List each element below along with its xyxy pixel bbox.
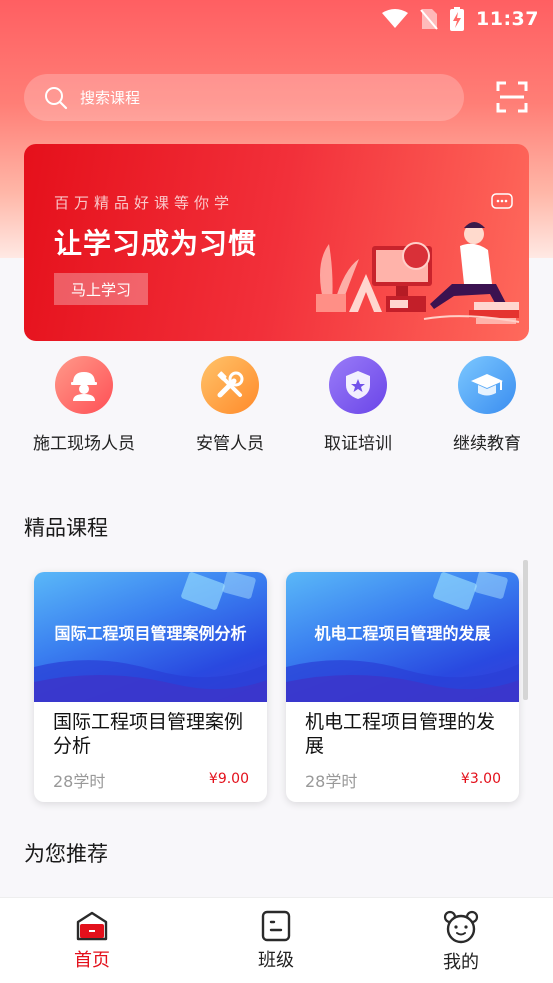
course-card[interactable]: 机电工程项目管理的发展 机电工程项目管理的发展 28学时 ¥3.00: [286, 572, 519, 802]
promo-banner[interactable]: 百万精品好课等你学 让学习成为习惯 马上学习: [24, 144, 529, 341]
category-grid: 施工现场人员 安管人员 取证培训 继续教育: [0, 356, 553, 456]
banner-title: 让学习成为习惯: [54, 227, 258, 260]
search-placeholder: 搜索课程: [80, 89, 141, 107]
horizontal-scrollbar[interactable]: [523, 560, 528, 700]
study-illustration: [316, 193, 520, 324]
scan-icon[interactable]: [496, 81, 528, 113]
nav-label: 我的: [443, 952, 479, 973]
category-continuing-education[interactable]: 继续教育: [422, 356, 552, 454]
graduation-cap-icon: [458, 356, 516, 414]
battery-charging-icon: [450, 7, 465, 31]
status-time: 11:37: [476, 8, 539, 30]
course-hours: 28学时: [305, 772, 358, 791]
course-hours: 28学时: [53, 772, 106, 791]
course-thumbnail: 国际工程项目管理案例分析: [34, 572, 267, 702]
nav-tab-class[interactable]: 班级: [216, 910, 336, 972]
category-safety-managers[interactable]: 安管人员: [165, 356, 295, 454]
thumbnail-title: 机电工程项目管理的发展: [314, 624, 491, 643]
worker-helmet-icon: [55, 356, 113, 414]
featured-section-title: 精品课程: [24, 516, 108, 540]
nav-tab-profile[interactable]: 我的: [401, 910, 521, 974]
shield-star-icon: [329, 356, 387, 414]
category-label: 施工现场人员: [33, 434, 135, 454]
course-price: ¥9.00: [208, 771, 249, 787]
category-construction-staff[interactable]: 施工现场人员: [19, 356, 149, 454]
nav-label: 班级: [258, 950, 294, 971]
course-thumbnail: 机电工程项目管理的发展: [286, 572, 519, 702]
nav-label: 首页: [74, 950, 110, 971]
search-input[interactable]: 搜索课程: [24, 74, 464, 121]
nav-tab-home[interactable]: 首页: [32, 910, 152, 972]
category-certification-training[interactable]: 取证培训: [293, 356, 423, 454]
banner-subtitle: 百万精品好课等你学: [54, 194, 235, 212]
home-icon: [76, 911, 108, 941]
tools-icon: [201, 356, 259, 414]
bottom-navigation: 首页 班级 我的: [0, 897, 553, 983]
course-price: ¥3.00: [460, 771, 501, 787]
course-name: 国际工程项目管理案例分析: [53, 711, 244, 757]
start-learning-button[interactable]: 马上学习: [54, 273, 148, 305]
category-label: 继续教育: [453, 434, 521, 454]
class-icon: [261, 910, 291, 942]
wifi-icon: [382, 9, 409, 28]
thumbnail-title: 国际工程项目管理案例分析: [54, 624, 247, 643]
category-label: 取证培训: [324, 434, 392, 454]
course-name: 机电工程项目管理的发展: [305, 711, 496, 757]
profile-bear-icon: [443, 910, 479, 944]
category-label: 安管人员: [196, 434, 264, 454]
recommend-section-title: 为您推荐: [24, 842, 108, 866]
search-icon: [45, 86, 68, 109]
course-card[interactable]: 国际工程项目管理案例分析 国际工程项目管理案例分析 28学时 ¥9.00: [34, 572, 267, 802]
status-bar: 11:37: [0, 0, 553, 38]
no-sim-icon: [420, 9, 438, 30]
